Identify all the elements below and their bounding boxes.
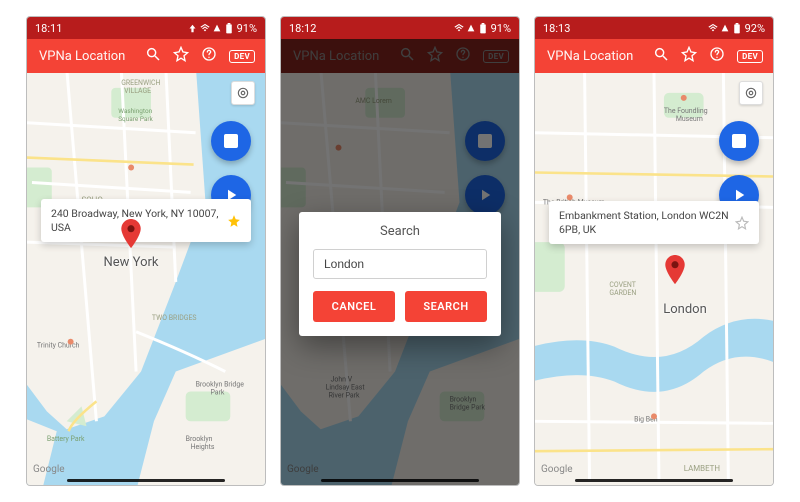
star-icon[interactable]	[173, 46, 189, 66]
location-marker[interactable]	[120, 219, 142, 249]
svg-text:Washington: Washington	[118, 107, 152, 115]
svg-text:Brooklyn: Brooklyn	[186, 435, 213, 443]
status-right: 91%	[188, 22, 257, 35]
svg-text:Heights: Heights	[191, 443, 215, 451]
search-input[interactable]	[313, 249, 487, 279]
status-bar: 18:12 91%	[281, 17, 519, 39]
city-label: New York	[104, 255, 159, 270]
status-icons	[188, 23, 221, 33]
app-title: VPNa Location	[39, 49, 145, 64]
phone-screen-2: 18:12 91% VPNa Location DEV	[280, 16, 520, 486]
search-dialog: Search CANCEL SEARCH	[299, 212, 501, 336]
status-battery: 91%	[491, 22, 511, 35]
app-bar: VPNa Location DEV	[535, 39, 773, 73]
svg-text:GREENWICH: GREENWICH	[121, 79, 160, 87]
star-icon[interactable]	[681, 46, 697, 66]
status-battery: 91%	[237, 22, 257, 35]
search-icon[interactable]	[145, 46, 161, 66]
stop-icon	[732, 134, 746, 148]
svg-text:Square Park: Square Park	[118, 115, 153, 123]
status-bar: 18:11 91%	[27, 17, 265, 39]
phone-screen-3: 18:13 92% VPNa Location DEV	[534, 16, 774, 486]
help-icon[interactable]	[201, 46, 217, 66]
cancel-button[interactable]: CANCEL	[313, 291, 395, 322]
nav-indicator	[575, 479, 733, 482]
svg-text:Battery Park: Battery Park	[47, 435, 85, 443]
svg-text:The Foundling: The Foundling	[664, 107, 708, 115]
city-label: London	[663, 302, 707, 317]
battery-icon	[733, 23, 741, 34]
status-icons	[454, 23, 475, 33]
nav-indicator	[321, 479, 479, 482]
map-layers-button[interactable]	[231, 81, 255, 105]
svg-text:LAMBETH: LAMBETH	[684, 464, 720, 473]
map-brand: Google	[541, 464, 573, 475]
search-button[interactable]: SEARCH	[405, 291, 487, 322]
svg-text:VILLAGE: VILLAGE	[124, 87, 151, 95]
favorite-star-icon[interactable]	[735, 216, 749, 230]
svg-text:COVENT: COVENT	[609, 281, 636, 289]
nav-indicator	[67, 479, 225, 482]
help-icon[interactable]	[709, 46, 725, 66]
favorite-star-icon[interactable]	[227, 214, 241, 228]
stop-button[interactable]	[719, 121, 759, 161]
battery-icon	[225, 23, 233, 34]
status-time: 18:11	[35, 22, 62, 35]
address-card[interactable]: Embankment Station, London WC2N 6PB, UK	[549, 201, 759, 244]
phone-screen-1: 18:11 91% VPNa Location DEV	[26, 16, 266, 486]
map-layers-button[interactable]	[739, 81, 763, 105]
status-time: 18:12	[289, 22, 316, 35]
address-text: Embankment Station, London WC2N 6PB, UK	[559, 209, 735, 236]
svg-text:Museum: Museum	[676, 115, 703, 123]
map-brand: Google	[33, 464, 65, 475]
status-time: 18:13	[543, 22, 570, 35]
app-bar: VPNa Location DEV	[27, 39, 265, 73]
search-icon[interactable]	[653, 46, 669, 66]
status-bar: 18:13 92%	[535, 17, 773, 39]
dev-badge[interactable]: DEV	[229, 50, 255, 63]
stop-button[interactable]	[211, 121, 251, 161]
dev-badge[interactable]: DEV	[737, 50, 763, 63]
app-title: VPNa Location	[547, 49, 653, 64]
battery-icon	[479, 23, 487, 34]
svg-text:Brooklyn Bridge: Brooklyn Bridge	[196, 380, 245, 388]
dialog-title: Search	[313, 224, 487, 239]
address-card[interactable]: 240 Broadway, New York, NY 10007, USA	[41, 199, 251, 242]
status-icons	[708, 23, 729, 33]
location-marker[interactable]	[664, 255, 686, 285]
svg-text:GARDEN: GARDEN	[609, 289, 636, 297]
status-battery: 92%	[745, 22, 765, 35]
svg-text:TWO BRIDGES: TWO BRIDGES	[152, 314, 197, 322]
svg-text:Park: Park	[210, 388, 224, 396]
stop-icon	[224, 134, 238, 148]
